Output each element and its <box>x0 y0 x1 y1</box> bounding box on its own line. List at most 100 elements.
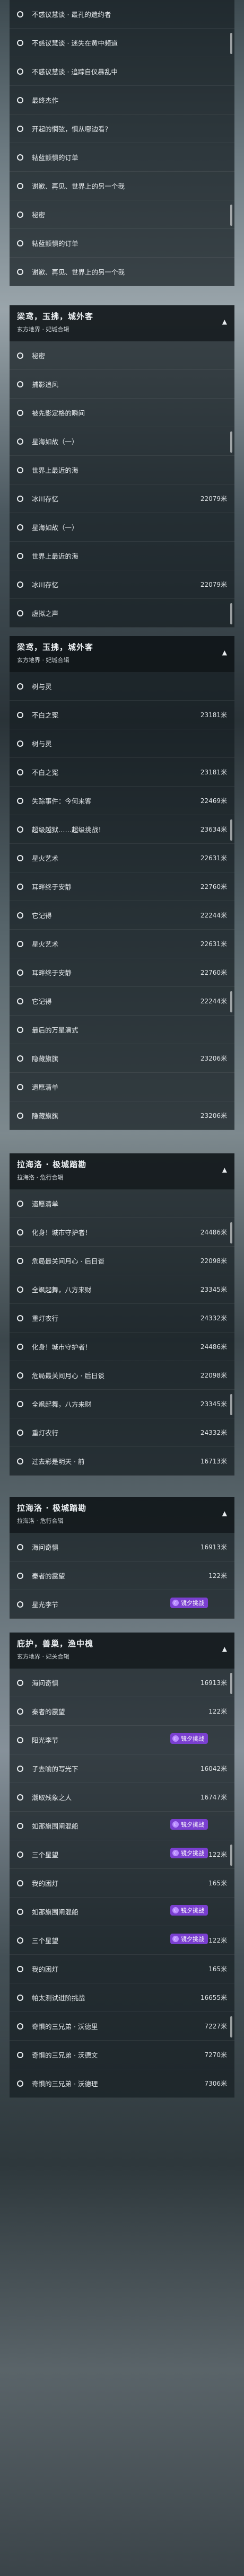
circle-icon <box>17 581 23 588</box>
list-item[interactable]: 危局最关间月心 · 后日谈 22098米 <box>10 1247 234 1275</box>
list-item-label: 奇惧的三兄弟 · 沃德文 <box>32 2051 98 2059</box>
scrollbar-thumb[interactable] <box>230 431 232 453</box>
list-item[interactable]: 潮取残象之人 16747米 <box>10 1783 234 1812</box>
mission-list: 梁鸢，玉拂，城外客 玄方地界 · 妃城合辑 ▲ 梁鸢，玉拂，城外客 玄方地界 · 妃城合… <box>0 0 244 2576</box>
list-item[interactable]: 虚拟之声 <box>10 599 234 628</box>
list-item[interactable]: 重灯农行 24332米 <box>10 1304 234 1333</box>
list-item[interactable]: 冰川存忆 22079米 <box>10 570 234 599</box>
list-item[interactable]: 星海如故（一） <box>10 513 234 542</box>
list-item[interactable]: 开起的惘弦，惧从哪边看？ <box>10 114 234 143</box>
list-item[interactable]: 星海如故（一） <box>10 427 234 456</box>
list-item[interactable]: 过去彩是明天 · 前 16713米 <box>10 1447 234 1476</box>
section-header[interactable]: 拉海洛 · 极城踏勘 拉海洛 · 危行合辑 ▲ <box>10 1153 234 1189</box>
circle-icon <box>17 466 23 473</box>
list-item[interactable]: 谢歉、再见、世界上的另一个我 <box>10 258 234 286</box>
list-item[interactable]: 星光李节 ☾ 镜夕挑战 <box>10 1590 234 1619</box>
list-item-distance: 7270米 <box>204 2051 227 2059</box>
list-item[interactable]: 如那旗围闸混船 ☾ 镜夕挑战 <box>10 1812 234 1840</box>
section-header[interactable]: 庇护，兽巢，渔中槐 玄方地界 · 妃关合辑 ▲ <box>10 1633 234 1669</box>
list-item[interactable]: 奇惧的三兄弟 · 沃德理 7306米 <box>10 2069 234 2098</box>
scrollbar-thumb[interactable] <box>230 2016 232 2037</box>
list-item[interactable]: 世界上最近的海 <box>10 456 234 484</box>
list-item[interactable]: 轱蓝颤惧的订单 <box>10 143 234 172</box>
list-item[interactable]: 树与灵 <box>10 729 234 758</box>
list-item-label: 树与灵 <box>32 740 52 748</box>
list-item[interactable]: 隐藏旗旗 23206米 <box>10 1101 234 1130</box>
list-item[interactable]: 树与灵 <box>10 672 234 701</box>
list-item[interactable]: 它记得 22244米 <box>10 987 234 1016</box>
list-item[interactable]: 不惑议慧谈 · 追踪自仪暴乱中 <box>10 57 234 86</box>
list-item[interactable]: 危局最关间月心 · 后日谈 22098米 <box>10 1361 234 1390</box>
list-item[interactable]: 重灯农行 24332米 <box>10 1418 234 1447</box>
list-item[interactable]: 三个星望 122米 ☾ 镜夕挑战 <box>10 1926 234 1955</box>
list-item[interactable]: 遗愿清单 <box>10 1189 234 1218</box>
list-item[interactable]: 化身！城市守护者！ 24486米 <box>10 1333 234 1361</box>
list-item[interactable]: 全飒起舞，八方来财 23345米 <box>10 1390 234 1418</box>
list-item[interactable]: 不惑议慧谈 · 最孔的遗约者 <box>10 0 234 29</box>
scrollbar-thumb[interactable] <box>230 819 232 841</box>
list-item[interactable]: 奇惧的三兄弟 · 沃德里 7227米 <box>10 2012 234 2041</box>
list-item[interactable]: 谢歉、再见、世界上的另一个我 <box>10 172 234 200</box>
list-item-distance: 122米 <box>208 1708 227 1715</box>
scrollbar-thumb[interactable] <box>230 1222 232 1243</box>
list-item[interactable]: 隐藏旗旗 23206米 <box>10 1044 234 1073</box>
list-item[interactable]: 冰川存忆 22079米 <box>10 484 234 513</box>
scrollbar-thumb[interactable] <box>230 1845 232 1866</box>
list-item[interactable]: 秘密 <box>10 200 234 229</box>
list-item[interactable]: 帕太测试进阶挑战 16655米 <box>10 1983 234 2012</box>
chevron-up-icon[interactable]: ▲ <box>222 649 227 656</box>
list-item[interactable]: 遗愿清单 <box>10 1073 234 1101</box>
list-item-label: 秘密 <box>32 352 46 360</box>
list-item[interactable]: 轱蓝颤惧的订单 <box>10 229 234 258</box>
list-item[interactable]: 捕影追风 <box>10 370 234 399</box>
section-header[interactable]: 梁鸢，玉拂，城外客 玄方地界 · 妃城合辑 ▲ <box>10 305 234 341</box>
list-item[interactable]: 耳畔终于安静 22760米 <box>10 958 234 987</box>
list-item[interactable]: 它记得 22244米 <box>10 901 234 930</box>
list-item[interactable]: 海问奇惧 16913米 <box>10 1669 234 1697</box>
list-item[interactable]: 如那旗围闸混船 ☾ 镜夕挑战 <box>10 1898 234 1926</box>
scrollbar-thumb[interactable] <box>230 1394 232 1415</box>
list-item[interactable]: 子去喻的写光下 16042米 <box>10 1754 234 1783</box>
list-item[interactable]: 我的困灯 165米 <box>10 1955 234 1983</box>
chevron-up-icon[interactable]: ▲ <box>222 1510 227 1517</box>
list-item[interactable]: 失踪事件：今何来客 22469米 <box>10 787 234 815</box>
scrollbar-thumb[interactable] <box>230 205 232 226</box>
list-item[interactable]: 不白之冤 23181米 <box>10 758 234 787</box>
chevron-up-icon[interactable]: ▲ <box>222 1645 227 1653</box>
chevron-up-icon[interactable]: ▲ <box>222 318 227 325</box>
section-header[interactable]: 梁鸢，玉拂，城外客 玄方地界 · 妃城合辑 ▲ <box>10 636 234 672</box>
list-item[interactable]: 秦者的震望 122米 <box>10 1697 234 1726</box>
scrollbar-thumb[interactable] <box>230 991 232 1012</box>
list-item[interactable]: 秦者的震望 122米 <box>10 1562 234 1590</box>
section-header[interactable]: 拉海洛 · 极城踏勘 拉海洛 · 危行合辑 ▲ <box>10 1497 234 1533</box>
list-item[interactable]: 三个星望 122米 ☾ 镜夕挑战 <box>10 1840 234 1869</box>
scrollbar-thumb[interactable] <box>230 33 232 54</box>
list-item-label: 轱蓝颤惧的订单 <box>32 240 79 248</box>
list-item[interactable]: 不惑议慧谈 · 迷失在黄中频道 <box>10 29 234 57</box>
list-item[interactable]: 全飒起舞，八方来财 23345米 <box>10 1275 234 1304</box>
list-item[interactable]: 被先影定格的瞬间 <box>10 399 234 427</box>
list-item[interactable]: 阳光李节 ☾ 镜夕挑战 <box>10 1726 234 1754</box>
scrollbar-thumb[interactable] <box>230 1673 232 1694</box>
list-item[interactable]: 最终杰作 <box>10 86 234 114</box>
list-item[interactable]: 海问奇惧 16913米 <box>10 1533 234 1562</box>
circle-icon <box>17 240 23 246</box>
list-item[interactable]: 化身！城市守护者！ 24486米 <box>10 1218 234 1247</box>
list-item[interactable]: 不白之冤 23181米 <box>10 701 234 729</box>
list-item-label: 星火艺术 <box>32 940 59 948</box>
chevron-up-icon[interactable]: ▲ <box>222 1166 227 1174</box>
list-item[interactable]: 奇惧的三兄弟 · 沃德文 7270米 <box>10 2041 234 2069</box>
scrollbar-thumb[interactable] <box>230 603 232 624</box>
list-item[interactable]: 我的困灯 165米 <box>10 1869 234 1898</box>
list-item[interactable]: 耳畔终于安静 22760米 <box>10 872 234 901</box>
circle-icon <box>17 683 23 690</box>
list-item[interactable]: 秘密 <box>10 341 234 370</box>
list-item[interactable]: 世界上最近的海 <box>10 542 234 570</box>
list-item[interactable]: 星火艺术 22631米 <box>10 844 234 872</box>
list-item[interactable]: 超级越狱……超级挑战！ 23634米 <box>10 815 234 844</box>
circle-icon <box>17 438 23 445</box>
list-item[interactable]: 最后的万星演式 <box>10 1016 234 1044</box>
circle-icon <box>17 1458 23 1465</box>
circle-icon <box>17 854 23 861</box>
list-item[interactable]: 星火艺术 22631米 <box>10 930 234 958</box>
